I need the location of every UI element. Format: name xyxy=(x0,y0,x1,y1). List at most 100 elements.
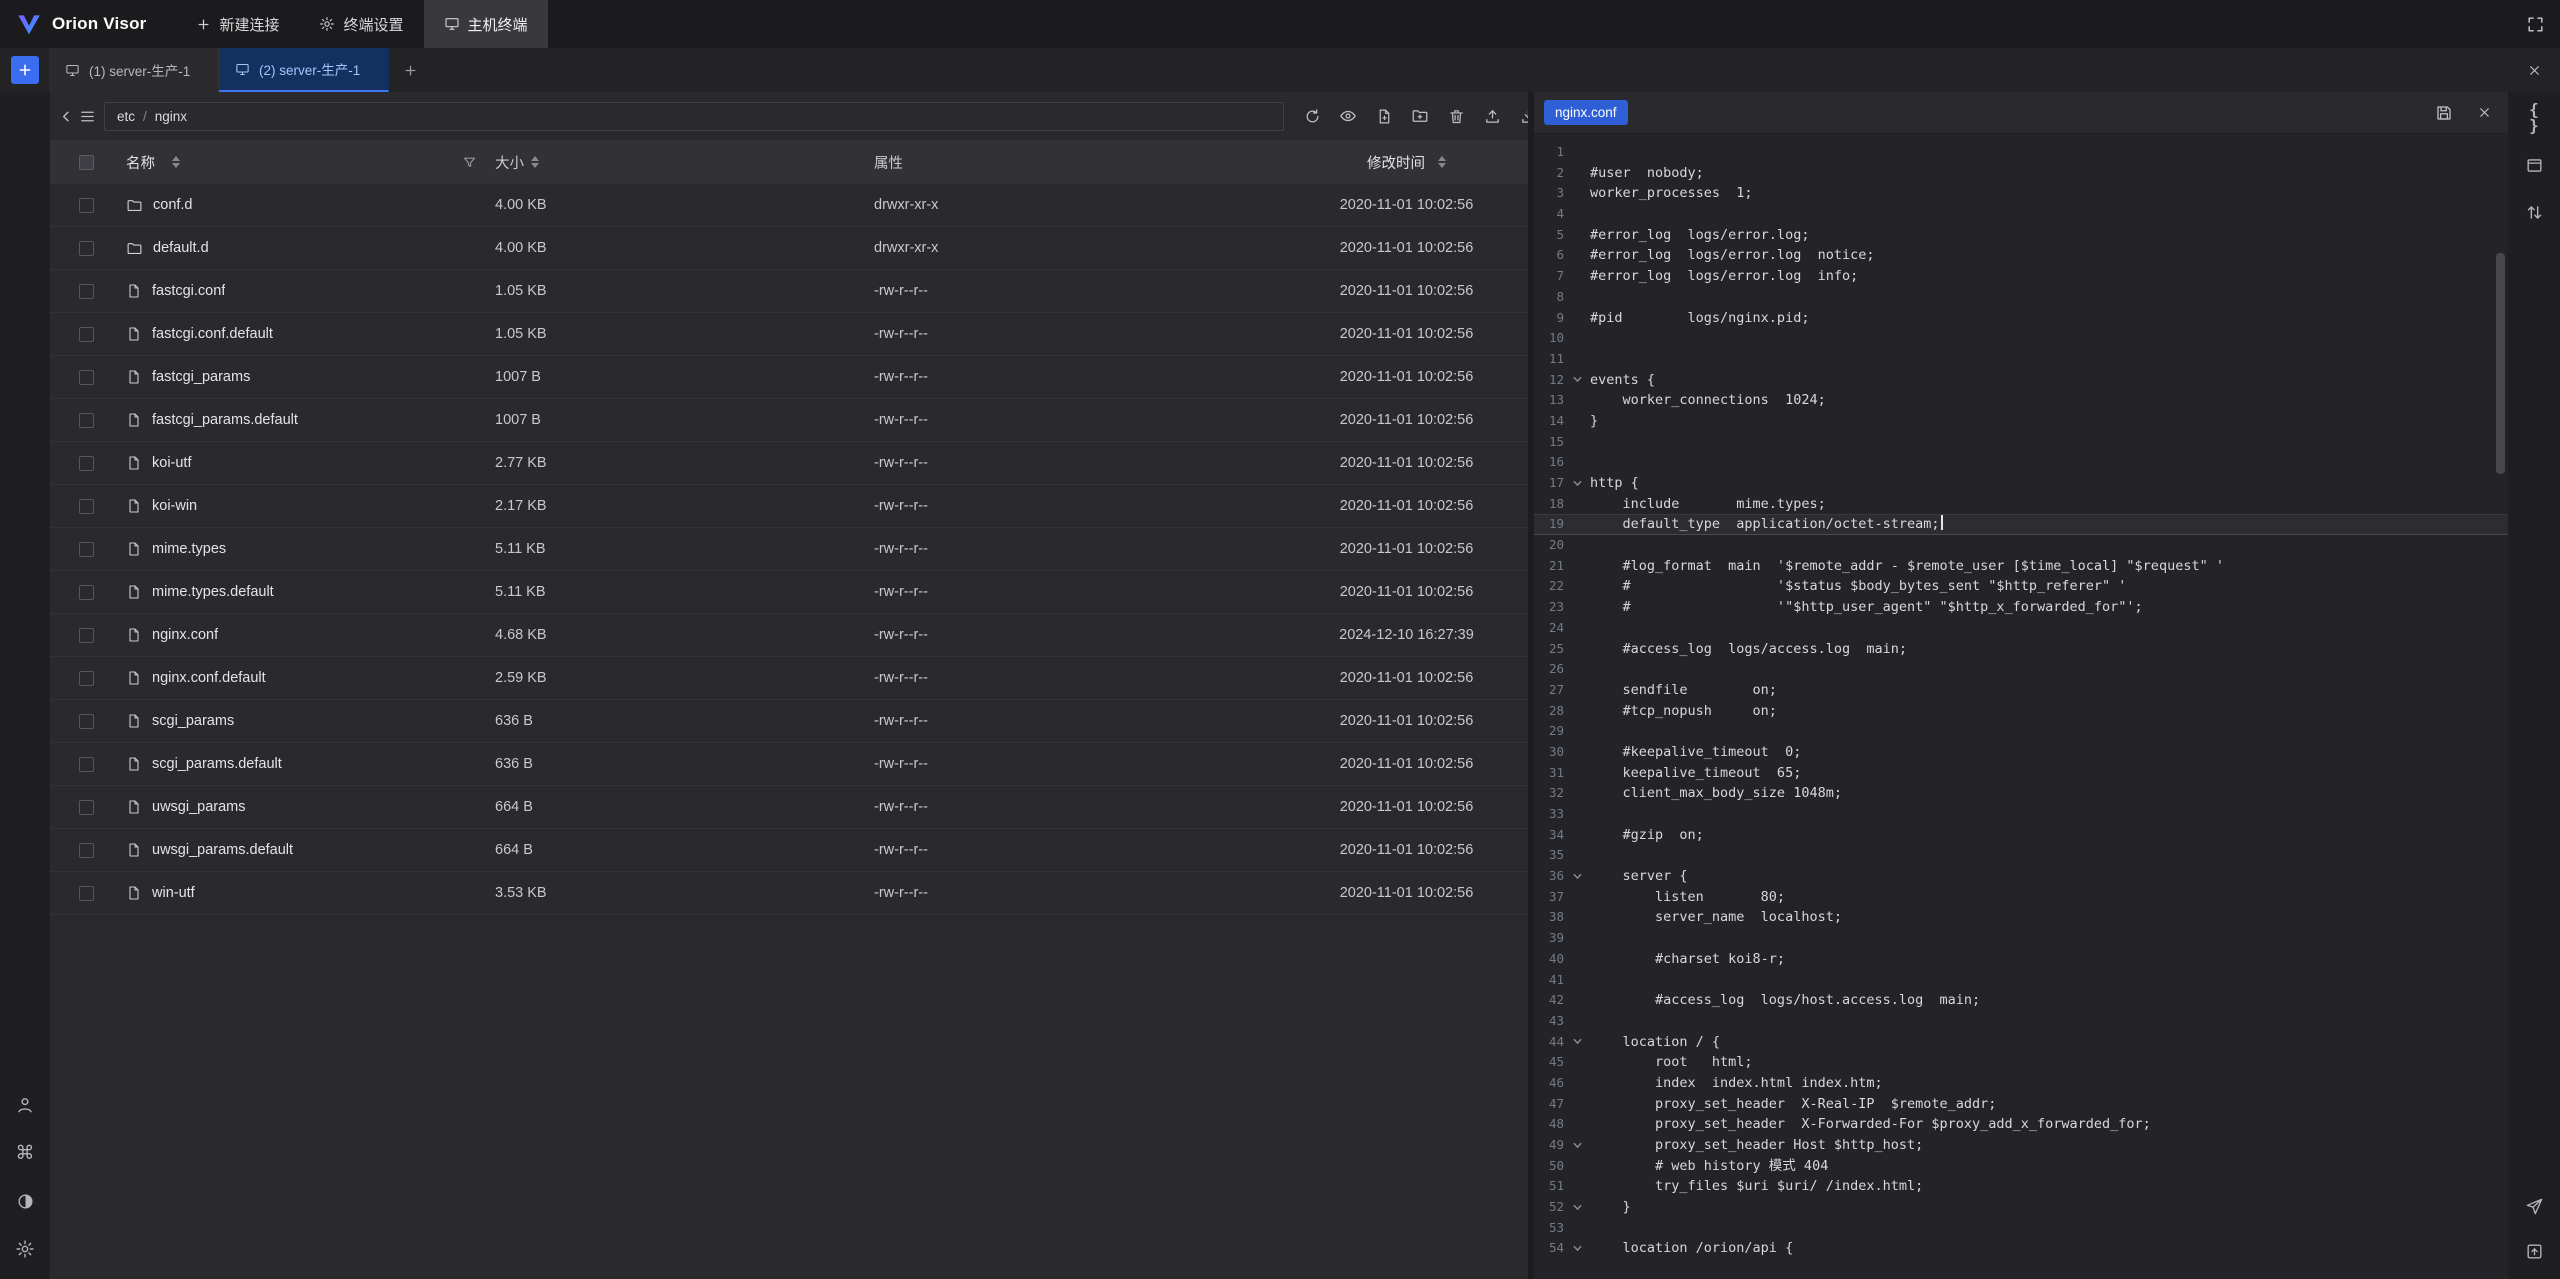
code-line[interactable]: 13 worker_connections 1024; xyxy=(1534,390,2508,411)
fold-icon[interactable] xyxy=(1564,478,1590,489)
code-line[interactable]: 35 xyxy=(1534,845,2508,866)
fold-icon[interactable] xyxy=(1564,374,1590,385)
row-checkbox[interactable] xyxy=(79,757,94,772)
table-row[interactable]: mime.types 5.11 KB -rw-r--r-- 2020-11-01… xyxy=(50,528,1528,571)
code-line[interactable]: 42 #access_log logs/host.access.log main… xyxy=(1534,990,2508,1011)
code-line[interactable]: 2 #user nobody; xyxy=(1534,163,2508,184)
fold-icon[interactable] xyxy=(1564,1202,1590,1213)
code-line[interactable]: 36 server { xyxy=(1534,866,2508,887)
table-row[interactable]: fastcgi_params.default 1007 B -rw-r--r--… xyxy=(50,399,1528,442)
code-line[interactable]: 29 xyxy=(1534,721,2508,742)
new-connection-button[interactable] xyxy=(11,56,39,84)
code-line[interactable]: 22 # '$status $body_bytes_sent "$http_re… xyxy=(1534,576,2508,597)
code-line[interactable]: 28 #tcp_nopush on; xyxy=(1534,701,2508,722)
row-checkbox[interactable] xyxy=(79,241,94,256)
code-line[interactable]: 40 #charset koi8-r; xyxy=(1534,949,2508,970)
code-line[interactable]: 12 events { xyxy=(1534,370,2508,391)
code-line[interactable]: 41 xyxy=(1534,970,2508,991)
detach-window-button[interactable] xyxy=(2520,151,2548,179)
row-checkbox[interactable] xyxy=(79,456,94,471)
row-checkbox[interactable] xyxy=(79,671,94,686)
code-line[interactable]: 39 xyxy=(1534,928,2508,949)
show-hidden-files-button[interactable] xyxy=(1334,102,1362,130)
row-checkbox[interactable] xyxy=(79,585,94,600)
code-line[interactable]: 38 server_name localhost; xyxy=(1534,907,2508,928)
code-line[interactable]: 47 proxy_set_header X-Real-IP $remote_ad… xyxy=(1534,1094,2508,1115)
code-line[interactable]: 18 include mime.types; xyxy=(1534,494,2508,515)
code-line[interactable]: 11 xyxy=(1534,349,2508,370)
table-row[interactable]: nginx.conf.default 2.59 KB -rw-r--r-- 20… xyxy=(50,657,1528,700)
code-line[interactable]: 25 #access_log logs/access.log main; xyxy=(1534,639,2508,660)
breadcrumb-segment-nginx[interactable]: nginx xyxy=(155,109,187,124)
code-line[interactable]: 19 default_type application/octet-stream… xyxy=(1534,514,2508,535)
code-line[interactable]: 34 #gzip on; xyxy=(1534,825,2508,846)
column-header-mtime[interactable]: 修改时间 xyxy=(1367,152,1425,173)
table-row[interactable]: koi-utf 2.77 KB -rw-r--r-- 2020-11-01 10… xyxy=(50,442,1528,485)
delete-button[interactable] xyxy=(1442,102,1470,130)
select-all-checkbox[interactable] xyxy=(79,155,94,170)
table-row[interactable]: uwsgi_params 664 B -rw-r--r-- 2020-11-01… xyxy=(50,786,1528,829)
command-sender-button[interactable] xyxy=(2520,1192,2548,1220)
code-line[interactable]: 53 xyxy=(1534,1218,2508,1239)
code-line[interactable]: 26 xyxy=(1534,659,2508,680)
file-name[interactable]: scgi_params.default xyxy=(152,756,282,772)
filter-icon[interactable] xyxy=(462,155,477,170)
column-header-name[interactable]: 名称 xyxy=(126,152,155,173)
table-row[interactable]: nginx.conf 4.68 KB -rw-r--r-- 2024-12-10… xyxy=(50,614,1528,657)
code-line[interactable]: 9 #pid logs/nginx.pid; xyxy=(1534,308,2508,329)
file-name[interactable]: win-utf xyxy=(152,885,195,901)
row-checkbox[interactable] xyxy=(79,886,94,901)
row-checkbox[interactable] xyxy=(79,628,94,643)
code-line[interactable]: 15 xyxy=(1534,432,2508,453)
table-row[interactable]: uwsgi_params.default 664 B -rw-r--r-- 20… xyxy=(50,829,1528,872)
row-checkbox[interactable] xyxy=(79,198,94,213)
refresh-button[interactable] xyxy=(1298,102,1326,130)
breadcrumb[interactable]: etc / nginx xyxy=(104,102,1284,131)
code-line[interactable]: 7 #error_log logs/error.log info; xyxy=(1534,266,2508,287)
code-line[interactable]: 17 http { xyxy=(1534,473,2508,494)
file-name[interactable]: koi-utf xyxy=(152,455,192,471)
row-checkbox[interactable] xyxy=(79,413,94,428)
file-name[interactable]: uwsgi_params.default xyxy=(152,842,293,858)
code-line[interactable]: 20 xyxy=(1534,535,2508,556)
code-line[interactable]: 32 client_max_body_size 1048m; xyxy=(1534,783,2508,804)
menu-item-terminal-settings[interactable]: 终端设置 xyxy=(299,0,423,48)
code-line[interactable]: 8 xyxy=(1534,287,2508,308)
close-panel-button[interactable] xyxy=(2527,63,2542,78)
table-row[interactable]: scgi_params 636 B -rw-r--r-- 2020-11-01 … xyxy=(50,700,1528,743)
file-name[interactable]: uwsgi_params xyxy=(152,799,246,815)
code-line[interactable]: 31 keepalive_timeout 65; xyxy=(1534,763,2508,784)
table-row[interactable]: mime.types.default 5.11 KB -rw-r--r-- 20… xyxy=(50,571,1528,614)
row-checkbox[interactable] xyxy=(79,370,94,385)
fullscreen-button[interactable] xyxy=(2510,0,2560,48)
code-line[interactable]: 30 #keepalive_timeout 0; xyxy=(1534,742,2508,763)
code-line[interactable]: 5 #error_log logs/error.log; xyxy=(1534,225,2508,246)
code-line[interactable]: 14 } xyxy=(1534,411,2508,432)
table-row[interactable]: koi-win 2.17 KB -rw-r--r-- 2020-11-01 10… xyxy=(50,485,1528,528)
file-name[interactable]: nginx.conf.default xyxy=(152,670,266,686)
table-row[interactable]: default.d 4.00 KB drwxr-xr-x 2020-11-01 … xyxy=(50,227,1528,270)
table-row[interactable]: fastcgi.conf 1.05 KB -rw-r--r-- 2020-11-… xyxy=(50,270,1528,313)
settings-button[interactable] xyxy=(11,1235,39,1263)
theme-button[interactable] xyxy=(11,1187,39,1215)
file-name[interactable]: mime.types xyxy=(152,541,226,557)
code-line[interactable]: 3 worker_processes 1; xyxy=(1534,183,2508,204)
code-line[interactable]: 16 xyxy=(1534,452,2508,473)
row-checkbox[interactable] xyxy=(79,499,94,514)
code-line[interactable]: 23 # '"$http_user_agent" "$http_x_forwar… xyxy=(1534,597,2508,618)
table-row[interactable]: conf.d 4.00 KB drwxr-xr-x 2020-11-01 10:… xyxy=(50,184,1528,227)
new-folder-button[interactable] xyxy=(1406,102,1434,130)
fold-icon[interactable] xyxy=(1564,871,1590,882)
file-name[interactable]: fastcgi_params xyxy=(152,369,250,385)
new-file-button[interactable] xyxy=(1370,102,1398,130)
code-line[interactable]: 48 proxy_set_header X-Forwarded-For $pro… xyxy=(1534,1114,2508,1135)
export-button[interactable] xyxy=(2520,1237,2548,1265)
row-checkbox[interactable] xyxy=(79,843,94,858)
code-line[interactable]: 46 index index.html index.htm; xyxy=(1534,1073,2508,1094)
row-checkbox[interactable] xyxy=(79,327,94,342)
code-line[interactable]: 43 xyxy=(1534,1011,2508,1032)
row-checkbox[interactable] xyxy=(79,542,94,557)
code-line[interactable]: 10 xyxy=(1534,328,2508,349)
code-line[interactable]: 37 listen 80; xyxy=(1534,887,2508,908)
json-view-button[interactable]: { } xyxy=(2520,104,2548,132)
